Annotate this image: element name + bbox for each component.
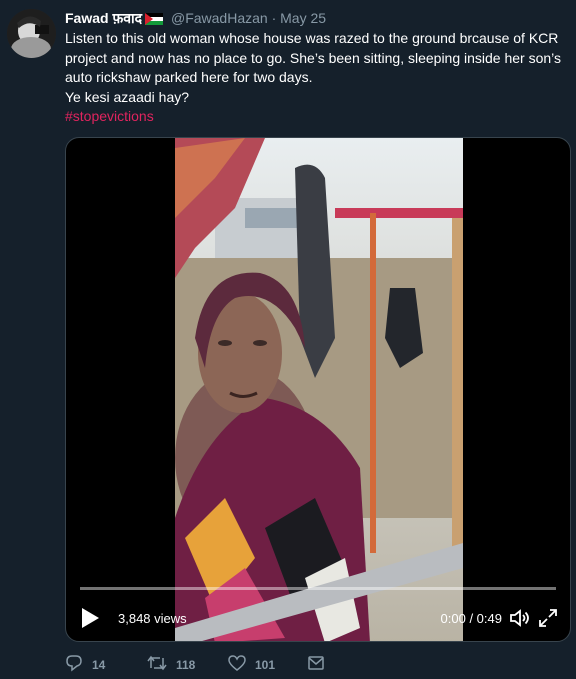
video-time: 0:00 / 0:49 [440,611,502,626]
tweet-header: Fawad फ़वाद @FawadHazan · May 25 [65,9,326,29]
tweet-date[interactable]: May 25 [280,10,326,26]
envelope-icon [307,654,325,675]
video-controls: 3,848 views 0:00 / 0:49 [66,598,570,638]
view-count: 3,848 views [118,611,187,626]
fullscreen-icon[interactable] [536,606,560,635]
retweet-button[interactable]: 118 [147,654,195,675]
tweet-text-line: Listen to this old woman whose house was… [65,30,562,86]
palestine-flag-icon [145,11,164,29]
reply-icon [65,654,83,675]
separator: · [271,10,277,26]
video-frame [175,138,463,641]
retweet-icon [147,654,167,675]
tweet: Fawad फ़वाद @FawadHazan · May 25 Listen … [0,0,576,679]
heart-icon [228,654,246,675]
volume-muted-icon[interactable] [508,606,532,635]
avatar[interactable] [7,9,56,58]
direct-message-button[interactable] [307,654,325,675]
retweet-count: 118 [176,657,196,672]
tweet-actions: 14 118 101 [65,654,365,674]
reply-count: 14 [92,657,106,672]
tweet-text-line: Ye kesi azaadi hay? [65,88,190,105]
like-count: 101 [255,657,276,672]
author-handle[interactable]: @FawadHazan [171,10,268,26]
hashtag-link[interactable]: #stopevictions [65,108,154,124]
video-player[interactable]: 3,848 views 0:00 / 0:49 [65,137,571,642]
play-icon[interactable] [80,607,100,634]
author-name[interactable]: Fawad फ़वाद [65,10,142,26]
tweet-text: Listen to this old woman whose house was… [65,29,565,127]
like-button[interactable]: 101 [228,654,275,675]
video-progress-bar[interactable] [80,587,556,590]
reply-button[interactable]: 14 [65,654,105,675]
